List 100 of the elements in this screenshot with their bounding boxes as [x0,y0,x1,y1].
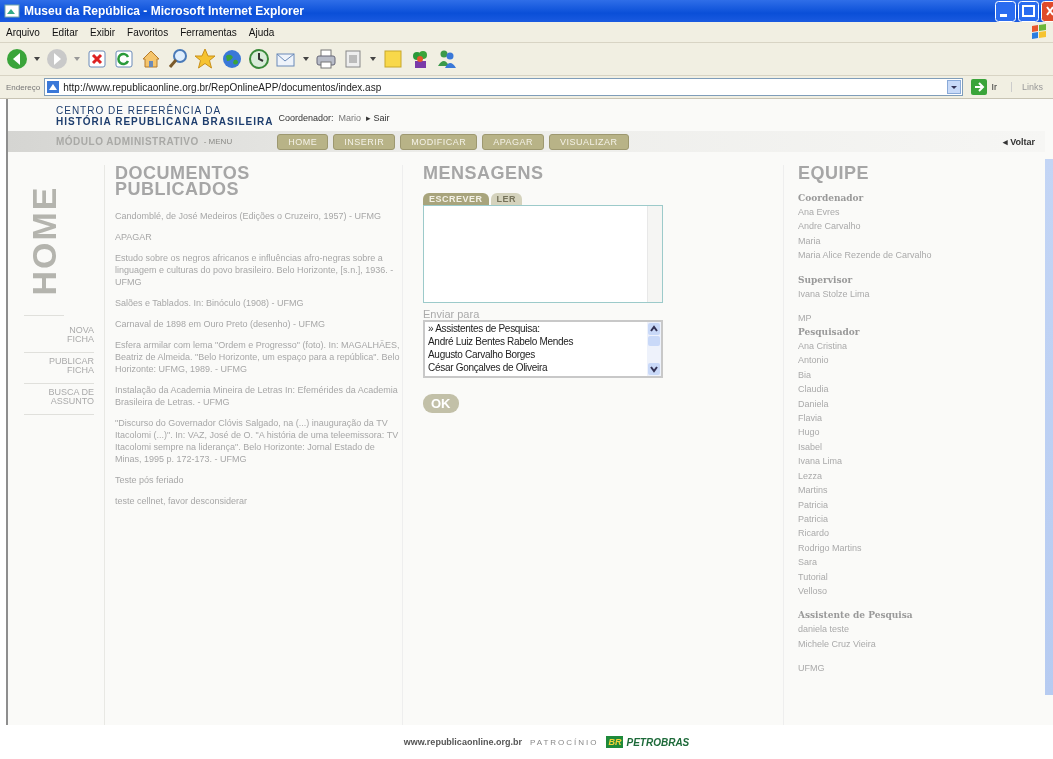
recipient-list[interactable]: » Assistentes de Pesquisa: André Luiz Bentes Rabelo Mendes Augusto Carvalho Borges César Gonçalves de Oliveira [423,320,663,378]
sponsor-label: PATROCÍNIO [529,737,599,747]
member-name: Ivana Lima [798,455,844,469]
member-name: Ivana Stolze Lima [798,287,871,301]
menu-item[interactable]: Exibir [90,26,116,38]
column-title: EQUIPE [798,165,871,181]
list-option[interactable]: » Assistentes de Pesquisa: [428,322,644,335]
browser-icon [4,3,20,19]
member-name: Claudia [798,383,830,397]
sponsor-logo: BR [606,736,624,748]
document-link[interactable]: Salões e Tablados. In: Binóculo (1908) - UFMG [115,297,402,309]
member-name: Patricia [798,498,829,512]
search-icon[interactable] [167,48,189,70]
member-name: Flavia [798,412,823,426]
member-name: Rodrigo Martins [798,541,863,555]
message-field[interactable] [423,205,663,303]
back-icon[interactable] [6,48,28,70]
nav-button[interactable]: VISUALIZAR [549,133,629,150]
nav-button[interactable]: INSERIR [333,133,396,150]
member-name: Maria Alice Rezende de Carvalho [798,249,933,263]
logo-subtitle: CENTRO DE REFERÊNCIA DA [56,106,223,116]
document-link[interactable]: Esfera armilar com lema "Ordem e Progresso" (foto). In: MAGALHÃES, Beatriz de Almeida. "Belo Horizonte, um espaço para a república". Belo Horizonte: UFMG, 1989. - UFMG [115,339,402,375]
maximize-icon[interactable] [1018,0,1039,22]
member-name: Andre Carvalho [798,220,862,234]
go-arrow-icon [971,79,988,95]
star-icon[interactable] [194,48,216,70]
address-label: Endereço [6,82,41,92]
scrollbar[interactable] [1045,159,1053,695]
group-tag: UFMG [798,661,1045,676]
group-tag: MP [798,311,1045,326]
clock-icon[interactable] [248,48,270,70]
home-icon[interactable] [140,48,162,70]
stop-icon[interactable] [86,48,108,70]
member-name: Patricia [798,512,829,526]
role-heading: Assistente de Pesquisa [798,609,914,623]
document-link[interactable]: "Discurso do Governador Clóvis Salgado, na (...) inauguração da TV Itacolomi (...)". In: VAZ, José de O. "A história de uma teleemissora: TV Itacolomi sempre na liderança". Belo Horizonte: Jornal Estado de Minas, 1995 p. 172-173. - UFMG [115,417,402,465]
tab[interactable]: ESCREVER [423,193,489,205]
member-name: daniela teste [798,623,851,637]
member-name: Michele Cruz Vieira [798,637,877,651]
member-name: Tutorial [798,570,829,584]
column-title: DOCUMENTOS PUBLICADOS [115,165,251,197]
list-option[interactable]: André Luiz Bentes Rabelo Mendes [428,335,644,348]
logout-link[interactable]: ▸ Sair [366,113,390,123]
flag-logo-icon [1031,23,1047,41]
people-icon[interactable] [436,48,458,70]
document-link[interactable]: Teste pós feriado [115,474,402,486]
close-icon[interactable] [1041,0,1053,22]
member-name: Antonio [798,354,830,368]
sidebar-link[interactable]: NOVA FICHA [24,322,94,353]
user-label: Coordenador: [278,113,334,123]
window-title: Museu da República - Microsoft Internet Explorer [24,4,305,18]
member-name: Maria [798,234,822,248]
menu-item[interactable]: Ajuda [248,26,275,38]
member-name: Velloso [798,584,829,598]
member-name: Bia [798,368,812,382]
member-name: Martins [798,484,829,498]
member-name: Isabel [798,440,824,454]
back-link[interactable]: ◂ Voltar [1002,136,1035,147]
list-option[interactable]: César Gonçalves de Oliveira [428,361,644,374]
go-button[interactable]: Ir [967,79,1007,95]
user-name: Mario [338,113,362,123]
refresh-icon[interactable] [113,48,135,70]
tab[interactable]: LER [490,193,522,205]
menu-item[interactable]: Favoritos [127,26,169,38]
member-name: Hugo [798,426,821,440]
address-field[interactable]: http://www.republicaonline.org.br/RepOnlineAPP/documentos/index.asp [44,78,964,96]
member-name: Ana Cristina [798,340,849,354]
member-name: Sara [798,556,818,570]
nav-button[interactable]: APAGAR [482,133,545,150]
scrollbar[interactable] [647,322,661,376]
globe-icon[interactable] [221,48,243,70]
document-link[interactable]: teste cellnet, favor desconsiderar [115,495,402,507]
column-title: MENSAGENS [423,165,544,181]
scrollbar[interactable] [647,206,662,302]
menu-item[interactable]: Ferramentas [180,26,237,38]
sidebar-link[interactable]: PUBLICAR FICHA [24,353,94,384]
document-link[interactable]: Carnaval de 1898 em Ouro Preto (desenho) - UFMG [115,318,402,330]
ok-button[interactable]: OK [423,394,459,413]
sidebar-link[interactable]: BUSCA DE ASSUNTO [24,384,94,415]
menu-item[interactable]: Editar [51,26,79,38]
document-link[interactable]: APAGAR [115,231,402,243]
document-link[interactable]: Candomblé, de José Medeiros (Edições o Cruzeiro, 1957) - UFMG [115,210,402,222]
role-heading: Supervisor [798,273,854,287]
nav-button[interactable]: HOME [277,133,329,150]
links-button[interactable]: Links [1011,82,1047,92]
role-heading: Pesquisador [798,326,861,340]
sponsor-name: PETROBRAS [626,736,690,748]
menu-item[interactable]: Arquivo [6,26,40,38]
logo-title: HISTÓRIA REPUBLICANA BRASILEIRA [56,116,274,127]
document-link[interactable]: Estudo sobre os negros africanos e influências afro-negras sobre a linguagem e culturas do povo brasileiro. Belo Horizonte, [s.n.], 1936. - UFMG [115,252,402,288]
document-link[interactable]: Instalação da Academia Mineira de Letras In: Efemérides da Academia Brasileira de Letras. - UFMG [115,384,402,408]
member-name: Ricardo [798,527,830,541]
member-name: Ana Evres [798,206,841,219]
site-url: www.republicaonline.org.br [403,737,522,747]
nav-button[interactable]: MODIFICAR [400,133,478,150]
member-name: Lezza [798,469,824,483]
printer-icon[interactable] [315,48,337,70]
list-option[interactable]: Augusto Carvalho Borges [428,348,644,361]
minimize-icon[interactable] [995,0,1016,22]
member-name: Daniela [798,397,830,411]
